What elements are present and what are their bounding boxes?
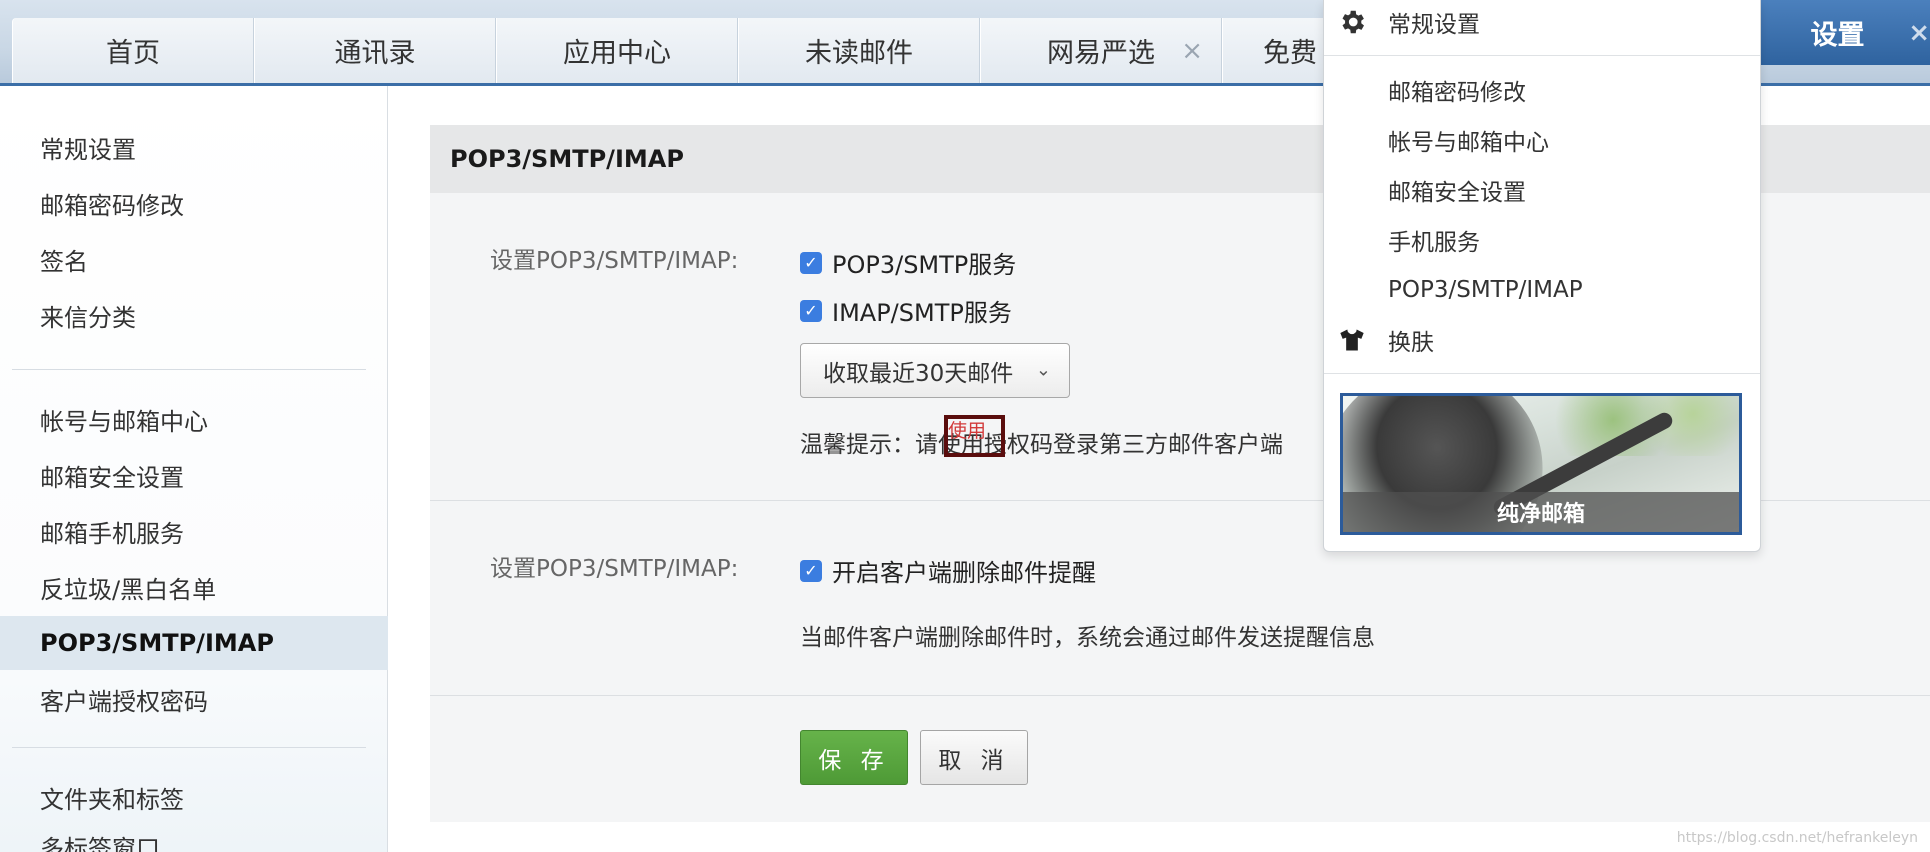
- watermark: https://blog.csdn.net/hefrankeleyn: [1676, 830, 1918, 846]
- tab-settings[interactable]: 设置 ×: [1745, 0, 1930, 65]
- sidebar-item-client-auth[interactable]: 客户端授权密码: [0, 672, 388, 726]
- checkbox-label: IMAP/SMTP服务: [832, 299, 1012, 327]
- checkbox-label: POP3/SMTP服务: [832, 251, 1017, 279]
- select-value: 收取最近30天邮件: [823, 360, 1014, 387]
- sidebar-item-label: 客户端授权密码: [40, 687, 208, 716]
- skin-preview-label: 纯净邮箱: [1343, 492, 1739, 532]
- sidebar-item-signature[interactable]: 签名: [0, 232, 388, 286]
- tab-label: 免费: [1263, 38, 1317, 69]
- sidebar-divider: [12, 747, 366, 748]
- sidebar-item-account-center[interactable]: 帐号与邮箱中心: [0, 392, 388, 446]
- skin-preview-thumbnail[interactable]: 纯净邮箱: [1340, 393, 1742, 535]
- menu-item-mobile[interactable]: 手机服务: [1324, 220, 1760, 260]
- tshirt-icon: [1336, 324, 1368, 356]
- tab-label: 未读邮件: [805, 38, 913, 69]
- menu-item-label: 换肤: [1388, 330, 1434, 356]
- sidebar-item-mobile[interactable]: 邮箱手机服务: [0, 504, 388, 558]
- fetch-range-select[interactable]: 收取最近30天邮件 ⌄: [800, 343, 1070, 398]
- settings-sidebar: 常规设置 邮箱密码修改 签名 来信分类 帐号与邮箱中心 邮箱安全设置 邮箱手机服…: [0, 86, 388, 852]
- tab-strip: 首页 通讯录 应用中心 未读邮件 网易严选 × 免费: [12, 18, 1332, 83]
- sidebar-item-label: 邮箱密码修改: [40, 191, 184, 220]
- menu-item-pop3[interactable]: POP3/SMTP/IMAP: [1324, 270, 1760, 310]
- auth-code-hint: 温馨提示：请使用授权码登录第三方邮件客户端: [800, 432, 1283, 458]
- tab-app-center[interactable]: 应用中心: [496, 18, 738, 83]
- sidebar-item-label: 多标签窗口: [40, 834, 160, 852]
- pop3-smtp-checkbox[interactable]: ✓ POP3/SMTP服务: [800, 245, 1016, 280]
- tab-free[interactable]: 免费: [1222, 18, 1332, 83]
- sidebar-item-label: 邮箱安全设置: [40, 463, 184, 492]
- menu-item-label: POP3/SMTP/IMAP: [1388, 277, 1583, 303]
- menu-item-label: 邮箱安全设置: [1388, 180, 1526, 206]
- sidebar-item-label: 反垃圾/黑白名单: [40, 575, 217, 604]
- menu-item-label: 常规设置: [1388, 12, 1480, 38]
- menu-item-label: 帐号与邮箱中心: [1388, 130, 1549, 156]
- sidebar-item-label: 来信分类: [40, 303, 136, 332]
- gear-icon: [1336, 6, 1368, 38]
- sidebar-item-label: POP3/SMTP/IMAP: [40, 629, 274, 657]
- save-button[interactable]: 保 存: [800, 730, 908, 785]
- sidebar-item-label: 签名: [40, 247, 88, 276]
- sidebar-item-antispam[interactable]: 反垃圾/黑白名单: [0, 560, 388, 614]
- annotation-text: 使用: [948, 420, 987, 442]
- tab-unread[interactable]: 未读邮件: [738, 18, 980, 83]
- sidebar-item-label: 常规设置: [40, 135, 136, 164]
- close-icon[interactable]: ×: [1181, 36, 1203, 66]
- menu-item-skin[interactable]: 换肤: [1324, 320, 1760, 360]
- sidebar-item-security[interactable]: 邮箱安全设置: [0, 448, 388, 502]
- menu-item-password[interactable]: 邮箱密码修改: [1324, 70, 1760, 110]
- chevron-down-icon: ⌄: [1035, 358, 1051, 380]
- tab-label: 网易严选: [1047, 38, 1155, 69]
- section-label: 设置POP3/SMTP/IMAP:: [490, 248, 739, 274]
- menu-item-general[interactable]: 常规设置: [1324, 2, 1760, 42]
- menu-item-label: 手机服务: [1388, 230, 1480, 256]
- settings-dropdown-menu: 常规设置 邮箱密码修改 帐号与邮箱中心 邮箱安全设置 手机服务 POP3/SMT…: [1323, 0, 1761, 552]
- menu-divider: [1324, 373, 1760, 374]
- sidebar-item-general[interactable]: 常规设置: [0, 120, 388, 174]
- tab-yanxuan[interactable]: 网易严选 ×: [980, 18, 1222, 83]
- tab-label: 通讯录: [334, 38, 416, 69]
- tab-home[interactable]: 首页: [12, 18, 254, 83]
- tab-contacts[interactable]: 通讯录: [254, 18, 496, 83]
- sidebar-item-pop3[interactable]: POP3/SMTP/IMAP: [0, 616, 388, 670]
- close-icon[interactable]: ×: [1908, 18, 1930, 48]
- checkmark-icon: ✓: [800, 251, 822, 274]
- sidebar-item-filters[interactable]: 来信分类: [0, 288, 388, 342]
- sidebar-item-label: 邮箱手机服务: [40, 519, 184, 548]
- tab-label: 应用中心: [563, 38, 671, 69]
- sidebar-divider: [12, 369, 366, 370]
- menu-item-security[interactable]: 邮箱安全设置: [1324, 170, 1760, 210]
- menu-divider: [1324, 55, 1760, 56]
- sidebar-item-multitab[interactable]: 多标签窗口: [0, 826, 388, 852]
- menu-item-label: 邮箱密码修改: [1388, 80, 1526, 106]
- delete-notice-description: 当邮件客户端删除邮件时，系统会通过邮件发送提醒信息: [800, 625, 1375, 651]
- sidebar-item-password[interactable]: 邮箱密码修改: [0, 176, 388, 230]
- delete-notice-checkbox[interactable]: ✓ 开启客户端删除邮件提醒: [800, 553, 1096, 588]
- tab-label: 首页: [106, 38, 160, 69]
- checkmark-icon: ✓: [800, 299, 822, 322]
- sidebar-item-label: 帐号与邮箱中心: [40, 407, 208, 436]
- tab-label: 设置: [1810, 20, 1865, 51]
- sidebar-item-folders[interactable]: 文件夹和标签: [0, 770, 388, 824]
- menu-item-account-center[interactable]: 帐号与邮箱中心: [1324, 120, 1760, 160]
- checkbox-label: 开启客户端删除邮件提醒: [832, 559, 1096, 587]
- section-label: 设置POP3/SMTP/IMAP:: [490, 556, 739, 582]
- cancel-button[interactable]: 取 消: [920, 730, 1028, 785]
- section-divider: [430, 695, 1930, 696]
- checkmark-icon: ✓: [800, 559, 822, 582]
- imap-smtp-checkbox[interactable]: ✓ IMAP/SMTP服务: [800, 293, 1012, 328]
- sidebar-item-label: 文件夹和标签: [40, 785, 184, 814]
